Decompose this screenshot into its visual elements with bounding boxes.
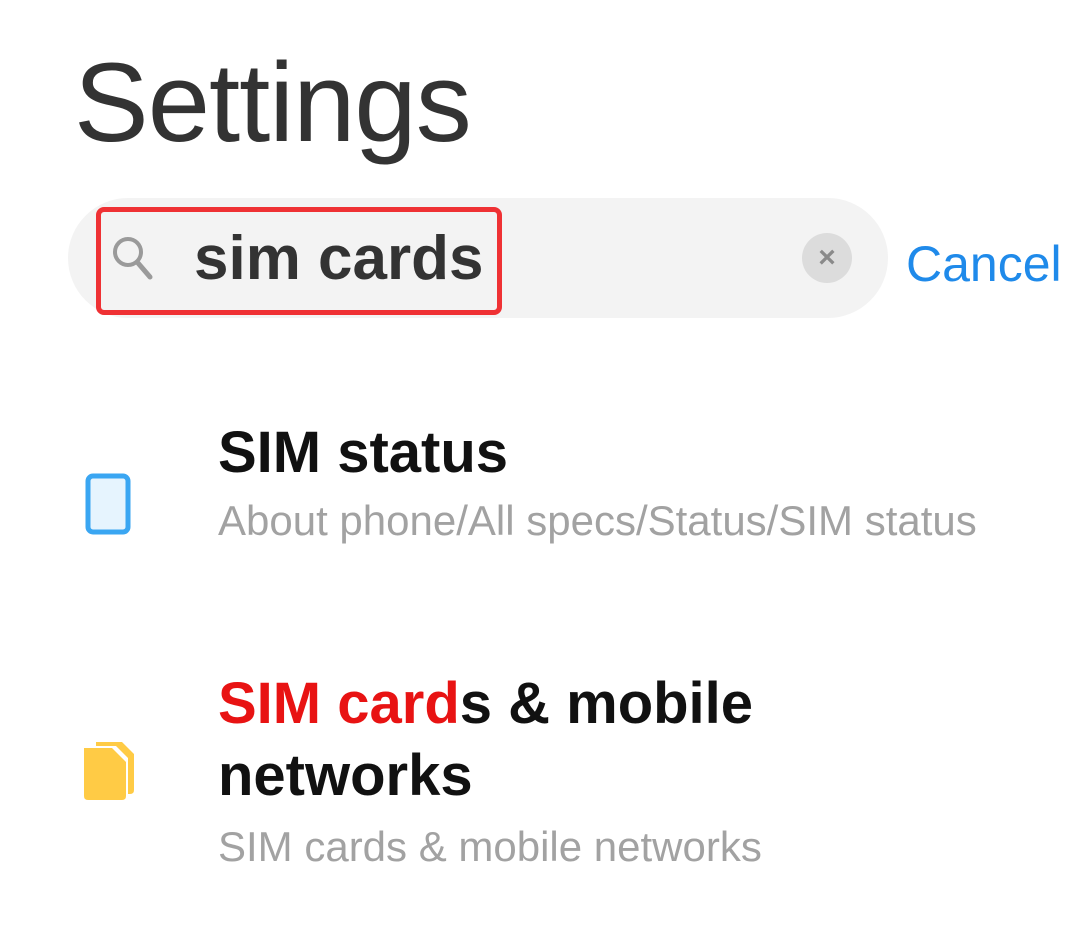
search-match-text: SIM card bbox=[218, 671, 460, 736]
result-title: SIM status bbox=[218, 420, 509, 485]
sim-card-icon bbox=[85, 473, 131, 535]
sim-cards-stack-icon bbox=[84, 742, 134, 800]
cancel-button[interactable]: Cancel bbox=[906, 234, 1062, 294]
result-path: About phone/All specs/Status/SIM status bbox=[218, 497, 977, 544]
clear-search-button[interactable]: × bbox=[802, 233, 852, 283]
search-highlight-box bbox=[96, 207, 502, 315]
result-path: SIM cards & mobile networks bbox=[218, 823, 762, 870]
result-title: SIM cards & mobile networks bbox=[218, 668, 978, 812]
page-title: Settings bbox=[74, 40, 472, 165]
